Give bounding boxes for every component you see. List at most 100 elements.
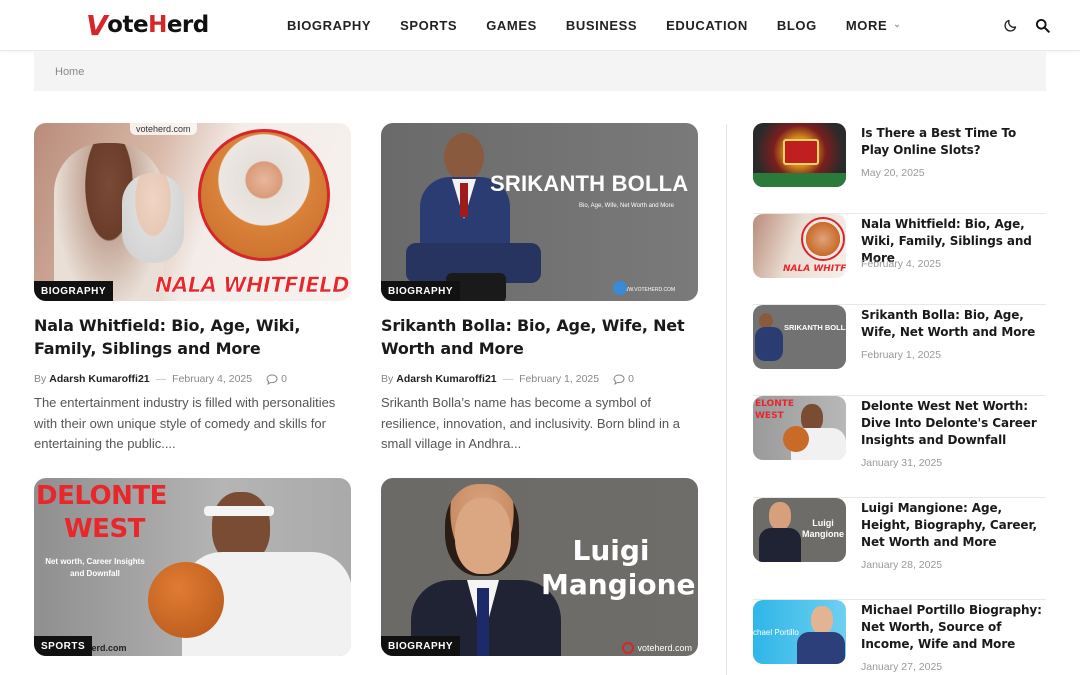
post-card: Luigi Mangione voteherd.com BIOGRAPHY bbox=[381, 478, 698, 656]
image-subtext: Net worth, Career Insights and Downfall bbox=[45, 557, 145, 578]
watermark: voteherd.com bbox=[130, 123, 197, 135]
post-meta: By Adarsh Kumaroffi21 — February 1, 2025… bbox=[381, 373, 698, 385]
logo-letter-h: H bbox=[148, 12, 167, 38]
image-title-text: SRIKANTH BOLLA bbox=[490, 171, 689, 196]
category-badge[interactable]: BIOGRAPHY bbox=[381, 636, 461, 656]
breadcrumb-home[interactable]: Home bbox=[55, 66, 84, 78]
nav-more-label: MORE bbox=[845, 18, 888, 33]
comment-count[interactable]: 0 bbox=[266, 373, 287, 385]
globe-icon bbox=[622, 642, 635, 654]
post-meta: By Adarsh Kumaroffi21 — February 4, 2025… bbox=[34, 373, 351, 385]
logo-letter-v: V bbox=[86, 8, 108, 42]
header-actions bbox=[1002, 0, 1050, 51]
moon-icon[interactable] bbox=[1002, 18, 1018, 34]
site-header: Vote Herd BIOGRAPHY SPORTS GAMES BUSINESS… bbox=[0, 0, 1080, 51]
category-badge[interactable]: BIOGRAPHY bbox=[34, 281, 114, 301]
sidebar-post-title[interactable]: Luigi Mangione: Age, Height, Biography, … bbox=[861, 500, 1047, 551]
post-title[interactable]: Srikanth Bolla: Bio, Age, Wife, Net Wort… bbox=[381, 314, 698, 360]
post-card: voteherd.com NALA WHITFIELD BIOGRAPHY Na… bbox=[34, 123, 351, 455]
globe-icon bbox=[613, 281, 627, 295]
person-figure bbox=[148, 492, 351, 656]
comment-icon bbox=[613, 373, 625, 385]
image-title-text: DELONTE WEST bbox=[36, 480, 167, 546]
sidebar-post-date: January 28, 2025 bbox=[861, 559, 943, 571]
content-sidebar-divider bbox=[726, 124, 727, 675]
nav-item-education[interactable]: EDUCATION bbox=[666, 18, 748, 33]
sidebar-thumbnail[interactable]: Luigi Mangione bbox=[753, 498, 846, 562]
image-title-line-1: DELONTE bbox=[36, 481, 167, 511]
sidebar-post: NALA WHITFIE Nala Whitfield: Bio, Age, W… bbox=[753, 214, 1046, 305]
sidebar-post-date: February 4, 2025 bbox=[861, 258, 941, 270]
logo-text: ote bbox=[107, 12, 149, 38]
image-subtext: Bio, Age, Wife, Net Worth and More bbox=[579, 203, 674, 209]
comment-count[interactable]: 0 bbox=[613, 373, 634, 385]
post-thumbnail[interactable]: DELONTE WEST Net worth, Career Insights … bbox=[34, 478, 351, 656]
sidebar-post-date: February 1, 2025 bbox=[861, 349, 941, 361]
site-logo[interactable]: Vote Herd bbox=[86, 8, 210, 42]
sidebar-thumb-text: NALA WHITFIE bbox=[783, 264, 846, 274]
post-thumbnail[interactable]: SRIKANTH BOLLA Bio, Age, Wife, Net Worth… bbox=[381, 123, 698, 301]
sidebar-post: Is There a Best Time To Play Online Slot… bbox=[753, 123, 1046, 214]
post-card: SRIKANTH BOLLA Bio, Age, Wife, Net Worth… bbox=[381, 123, 698, 455]
meta-by: By bbox=[34, 373, 47, 385]
sidebar-post-title[interactable]: Srikanth Bolla: Bio, Age, Wife, Net Wort… bbox=[861, 307, 1047, 341]
sidebar-post: Luigi Mangione Luigi Mangione: Age, Heig… bbox=[753, 498, 1046, 600]
sidebar-thumbnail[interactable]: SRIKANTH BOLLA bbox=[753, 305, 846, 369]
post-thumbnail[interactable]: Luigi Mangione voteherd.com BIOGRAPHY bbox=[381, 478, 698, 656]
nav-item-games[interactable]: GAMES bbox=[486, 18, 537, 33]
sidebar-post: SRIKANTH BOLLA Srikanth Bolla: Bio, Age,… bbox=[753, 305, 1046, 396]
sidebar-thumbnail[interactable] bbox=[753, 123, 846, 187]
image-title-text: Luigi Mangione bbox=[541, 534, 696, 602]
category-badge[interactable]: SPORTS bbox=[34, 636, 93, 656]
sidebar-thumbnail[interactable]: NALA WHITFIE bbox=[753, 214, 846, 278]
person-figure bbox=[406, 133, 541, 301]
nav-item-business[interactable]: BUSINESS bbox=[566, 18, 637, 33]
sidebar-post: chael Portillo Michael Portillo Biograph… bbox=[753, 600, 1046, 675]
inset-photo bbox=[198, 129, 330, 261]
post-author[interactable]: Adarsh Kumaroffi21 bbox=[49, 373, 149, 385]
comment-icon bbox=[266, 373, 278, 385]
post-title[interactable]: Nala Whitfield: Bio, Age, Wiki, Family, … bbox=[34, 314, 351, 360]
watermark: voteherd.com bbox=[622, 642, 692, 654]
sidebar-post-title[interactable]: Michael Portillo Biography: Net Worth, S… bbox=[861, 602, 1047, 653]
nav-item-more[interactable]: MORE ⌄ bbox=[846, 18, 902, 33]
post-excerpt: The entertainment industry is filled wit… bbox=[34, 395, 336, 451]
chevron-down-icon: ⌄ bbox=[893, 19, 902, 29]
nav-item-biography[interactable]: BIOGRAPHY bbox=[287, 18, 371, 33]
breadcrumb: Home bbox=[34, 52, 1046, 91]
comment-count-value: 0 bbox=[628, 373, 634, 385]
sidebar-thumb-text: Luigi Mangione bbox=[802, 518, 844, 539]
sidebar-thumb-text: chael Portillo bbox=[753, 628, 799, 637]
nav-item-blog[interactable]: BLOG bbox=[777, 18, 817, 33]
meta-by: By bbox=[381, 373, 394, 385]
person-figure bbox=[411, 484, 561, 656]
watermark-text: voteherd.com bbox=[637, 643, 692, 653]
main-nav: BIOGRAPHY SPORTS GAMES BUSINESS EDUCATIO… bbox=[287, 0, 930, 51]
image-title-line-1: Luigi bbox=[572, 534, 650, 567]
post-date: February 1, 2025 bbox=[519, 373, 600, 385]
sidebar-post-date: May 20, 2025 bbox=[861, 167, 925, 179]
logo-text-end: erd bbox=[166, 12, 209, 38]
post-excerpt: Srikanth Bolla’s name has become a symbo… bbox=[381, 395, 680, 451]
sidebar-post-date: January 31, 2025 bbox=[861, 457, 943, 469]
comment-count-value: 0 bbox=[281, 373, 287, 385]
post-author[interactable]: Adarsh Kumaroffi21 bbox=[396, 373, 496, 385]
sidebar-thumbnail[interactable]: chael Portillo bbox=[753, 600, 846, 664]
sidebar-thumb-text: ELONTE WEST bbox=[755, 399, 795, 421]
sidebar-post-title[interactable]: Is There a Best Time To Play Online Slot… bbox=[861, 125, 1047, 159]
post-card: DELONTE WEST Net worth, Career Insights … bbox=[34, 478, 351, 656]
image-title-text: NALA WHITFIELD bbox=[155, 273, 350, 298]
sidebar-thumb-text: SRIKANTH BOLLA bbox=[784, 323, 846, 332]
image-title-line-2: WEST bbox=[64, 514, 145, 544]
post-thumbnail[interactable]: voteherd.com NALA WHITFIELD BIOGRAPHY bbox=[34, 123, 351, 301]
sidebar-post-title[interactable]: Delonte West Net Worth: Dive Into Delont… bbox=[861, 398, 1047, 449]
sidebar-post-date: January 27, 2025 bbox=[861, 661, 943, 673]
nav-item-sports[interactable]: SPORTS bbox=[400, 18, 457, 33]
image-title-line-2: Mangione bbox=[541, 568, 696, 601]
search-icon[interactable] bbox=[1034, 18, 1050, 34]
sidebar-thumbnail[interactable]: ELONTE WEST bbox=[753, 396, 846, 460]
sidebar-post: ELONTE WEST Delonte West Net Worth: Dive… bbox=[753, 396, 1046, 498]
category-badge[interactable]: BIOGRAPHY bbox=[381, 281, 461, 301]
meta-separator: — bbox=[502, 373, 514, 385]
meta-separator: — bbox=[155, 373, 167, 385]
